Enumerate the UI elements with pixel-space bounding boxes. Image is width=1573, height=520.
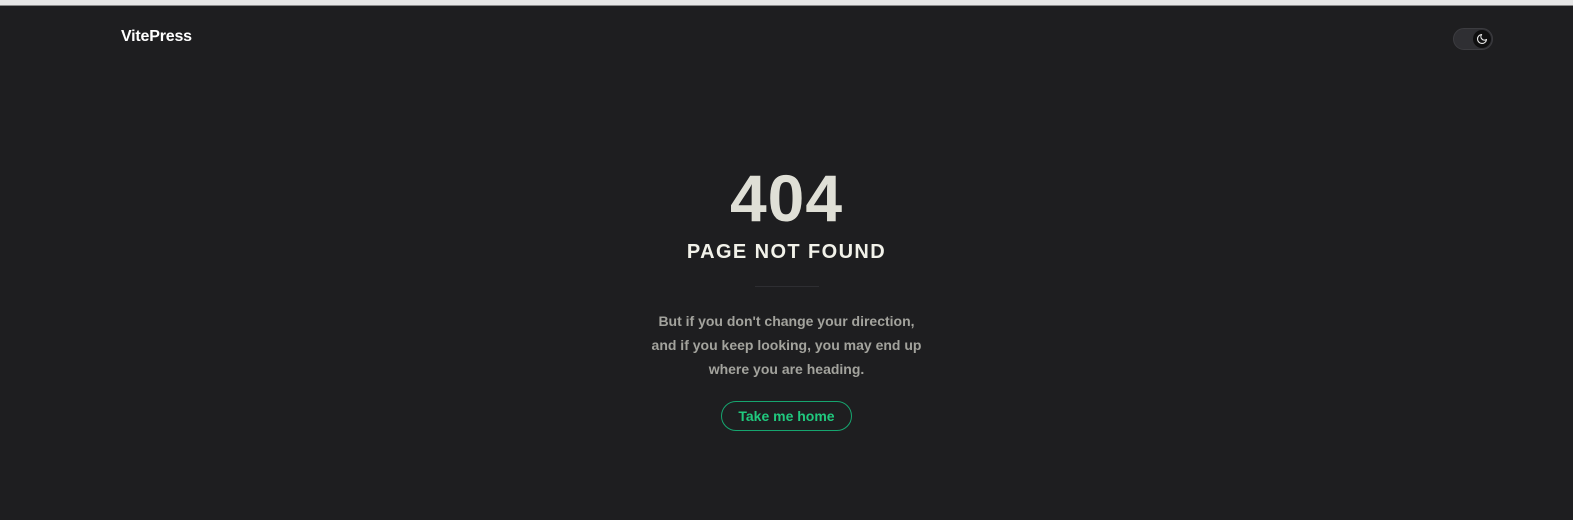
- appearance-toggle[interactable]: [1453, 28, 1493, 50]
- take-me-home-button[interactable]: Take me home: [721, 401, 852, 431]
- not-found-content: 404 PAGE NOT FOUND But if you don't chan…: [0, 160, 1573, 431]
- navbar: VitePress: [0, 6, 1573, 72]
- page-title: PAGE NOT FOUND: [686, 241, 887, 263]
- action-container: Take me home: [0, 401, 1573, 431]
- error-code: 404: [729, 161, 844, 235]
- divider: [754, 286, 819, 287]
- switch-knob: [1473, 30, 1491, 48]
- site-title-link[interactable]: VitePress: [121, 28, 192, 46]
- moon-icon: [1476, 33, 1488, 45]
- quote-text: But if you don't change your direction, …: [651, 313, 922, 377]
